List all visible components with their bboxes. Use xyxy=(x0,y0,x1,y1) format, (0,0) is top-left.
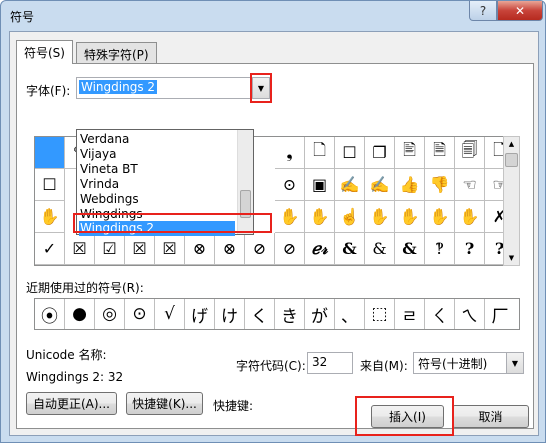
recent-symbol[interactable]: ㄹ xyxy=(395,299,425,329)
dropdown-item[interactable]: Vijaya xyxy=(79,147,235,162)
symbol-cell[interactable]: ✋ xyxy=(275,201,305,233)
title-bar[interactable]: 符号 ? ✕ xyxy=(1,1,545,31)
from-label: 来自(M): xyxy=(360,359,408,373)
symbol-dialog: 符号 ? ✕ 符号(S) 特殊字符(P) 字体(F): Wingdings 2 … xyxy=(0,0,546,443)
symbol-cell[interactable]: ☒ xyxy=(155,233,185,265)
symbol-cell[interactable]: ⊗ xyxy=(185,233,215,265)
symbol-cell[interactable]: ☑ xyxy=(95,233,125,265)
symbol-cell[interactable]: ✋ xyxy=(425,201,455,233)
chevron-down-icon[interactable]: ▼ xyxy=(506,353,523,373)
recent-symbol[interactable]: 厂 xyxy=(485,299,515,329)
shortcut-label: 快捷键: xyxy=(213,399,254,413)
autocorrect-button[interactable]: 自动更正(A)... xyxy=(26,392,117,415)
highlight-dropdown-button xyxy=(250,73,272,103)
symbol-cell[interactable]: 🗋 xyxy=(305,137,335,169)
tab-symbols[interactable]: 符号(S) xyxy=(16,40,73,64)
recent-symbol[interactable]: 、 xyxy=(335,299,365,329)
symbol-cell[interactable]: & xyxy=(395,233,425,265)
symbol-cell[interactable]: ✋ xyxy=(455,201,485,233)
unicode-name-value: Wingdings 2: 32 xyxy=(26,370,124,384)
font-select[interactable]: Wingdings 2 ▼ xyxy=(76,77,270,99)
recent-symbol[interactable]: ◎ xyxy=(95,299,125,329)
scroll-thumb[interactable] xyxy=(505,153,518,167)
recent-symbol[interactable]: ㄑ xyxy=(425,299,455,329)
recent-symbol[interactable]: く xyxy=(245,299,275,329)
recent-symbols[interactable]: ⦿ ● ◎ ⊙ √ げ け く き が 、 ⬚ ㄹ ㄑ ㄟ 厂 xyxy=(34,298,520,330)
recent-symbol[interactable]: ⦿ xyxy=(35,299,65,329)
recent-symbol[interactable]: ㄟ xyxy=(455,299,485,329)
help-button[interactable]: ? xyxy=(469,1,497,21)
symbol-cell[interactable]: 👎 xyxy=(425,169,455,201)
symbol-cell[interactable]: ❐ xyxy=(365,137,395,169)
symbol-cell[interactable]: ❟ xyxy=(275,137,305,169)
close-button[interactable]: ✕ xyxy=(497,1,543,21)
symbol-cell[interactable]: 🗎 xyxy=(425,137,455,169)
symbol-cell[interactable]: 🖹 xyxy=(395,137,425,169)
symbol-cell[interactable]: 🗐 xyxy=(455,137,485,169)
symbol-cell[interactable]: ⊘ xyxy=(245,233,275,265)
recent-symbols-label: 近期使用过的符号(R): xyxy=(26,281,144,295)
symbol-cell[interactable]: ✋ xyxy=(395,201,425,233)
dropdown-item[interactable]: Verdana xyxy=(79,132,235,147)
unicode-name-label: Unicode 名称: xyxy=(26,348,107,362)
symbol-cell[interactable] xyxy=(35,137,65,169)
symbol-cell[interactable]: ✓ xyxy=(35,233,65,265)
recent-symbol[interactable]: ● xyxy=(65,299,95,329)
symbol-cell[interactable]: ? xyxy=(455,233,485,265)
symbol-cell[interactable]: & xyxy=(335,233,365,265)
scroll-up-icon[interactable]: ▲ xyxy=(504,137,519,151)
recent-symbol[interactable]: √ xyxy=(155,299,185,329)
symbol-cell[interactable]: ☐ xyxy=(335,137,365,169)
dropdown-item[interactable]: Webdings xyxy=(79,192,235,207)
symbol-cell[interactable]: ✋ xyxy=(365,201,395,233)
symbol-cell[interactable]: ☜ xyxy=(455,169,485,201)
symbol-cell[interactable]: ✍ xyxy=(335,169,365,201)
symbol-cell[interactable]: ▣ xyxy=(305,169,335,201)
symbol-cell[interactable]: ‽ xyxy=(425,233,455,265)
dialog-client: 符号(S) 特殊字符(P) 字体(F): Wingdings 2 ▼ ✎ ❟ 🗋… xyxy=(9,31,539,436)
cancel-button[interactable]: 取消 xyxy=(452,405,529,428)
symbol-cell[interactable]: ☐ xyxy=(35,169,65,201)
symbol-cell[interactable]: ℯ𝓇 xyxy=(305,233,335,265)
symbol-cell[interactable]: & xyxy=(365,233,395,265)
tab-special-characters[interactable]: 特殊字符(P) xyxy=(76,42,157,64)
symbols-panel: 字体(F): Wingdings 2 ▼ ✎ ❟ 🗋 ☐ ❐ 🖹 🗎 🗐 🗋 ☐… xyxy=(16,63,534,429)
recent-symbol[interactable]: け xyxy=(215,299,245,329)
symbol-cell[interactable]: ✍ xyxy=(365,169,395,201)
symbol-cell[interactable]: 👍 xyxy=(395,169,425,201)
from-select[interactable]: 符号(十进制) ▼ xyxy=(413,352,524,374)
highlight-insert-button xyxy=(355,396,454,436)
scroll-down-icon[interactable]: ▼ xyxy=(504,251,519,265)
symbol-cell[interactable]: ☒ xyxy=(125,233,155,265)
symbol-cell[interactable]: ✋ xyxy=(35,201,65,233)
dropdown-item[interactable]: Vrinda xyxy=(79,177,235,192)
symbol-cell[interactable]: ☝ xyxy=(335,201,365,233)
recent-symbol[interactable]: き xyxy=(275,299,305,329)
window-title: 符号 xyxy=(10,10,35,24)
symbol-cell[interactable]: ⊘ xyxy=(275,233,305,265)
recent-symbol[interactable]: ⬚ xyxy=(365,299,395,329)
recent-symbol[interactable]: げ xyxy=(185,299,215,329)
font-select-value: Wingdings 2 xyxy=(79,80,158,94)
dropdown-item[interactable]: Vineta BT xyxy=(79,162,235,177)
from-select-value: 符号(十进制) xyxy=(418,357,488,371)
recent-symbol[interactable]: が xyxy=(305,299,335,329)
shortcut-key-button[interactable]: 快捷键(K)... xyxy=(126,392,203,415)
recent-symbol[interactable]: ⊙ xyxy=(125,299,155,329)
char-code-label: 字符代码(C): xyxy=(236,359,306,373)
symbol-cell[interactable]: ⊙ xyxy=(275,169,305,201)
symbol-grid-scrollbar[interactable]: ▲ ▼ xyxy=(503,136,520,266)
font-label: 字体(F): xyxy=(26,84,71,98)
symbol-cell[interactable]: ✋ xyxy=(305,201,335,233)
char-code-input[interactable]: 32 xyxy=(307,352,353,374)
highlight-selected-font xyxy=(73,213,272,233)
symbol-cell[interactable]: ☒ xyxy=(65,233,95,265)
symbol-cell[interactable]: ⊗ xyxy=(215,233,245,265)
